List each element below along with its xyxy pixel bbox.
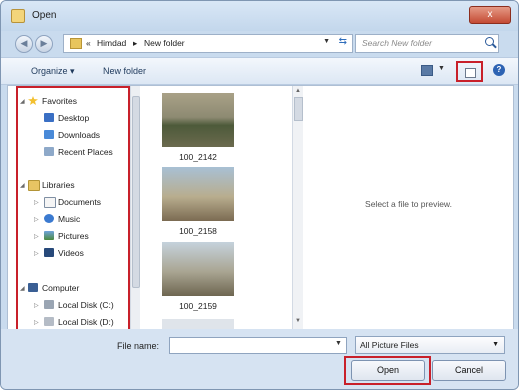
refresh-icon[interactable]: ⇆ [339, 36, 347, 47]
file-thumbnail [162, 93, 234, 147]
views-dropdown-icon[interactable]: ▼ [438, 65, 445, 72]
chevron-down-icon: ▼ [492, 341, 499, 348]
command-bar: Organize ▾ New folder ▼ ? [1, 57, 518, 85]
scroll-down-icon[interactable]: ▼ [295, 318, 301, 324]
file-name: 100_2142 [179, 152, 217, 162]
forward-button[interactable]: ▶ [35, 35, 53, 53]
dialog-icon [11, 9, 25, 23]
address-row: ◀ ▶ « Himdad ▸ New folder ▼ ⇆ Search New… [1, 31, 518, 55]
close-button[interactable]: x [469, 6, 511, 24]
content-area: ◢ Favorites Desktop Downloads Recent Pla… [7, 85, 514, 337]
file-list-scroll-thumb[interactable] [294, 97, 303, 121]
search-icon[interactable] [485, 37, 494, 46]
open-dialog: Open x ◀ ▶ « Himdad ▸ New folder ▼ ⇆ Sea… [0, 0, 519, 390]
dialog-title: Open [32, 10, 57, 21]
scroll-up-icon[interactable]: ▲ [295, 88, 301, 94]
breadcrumb-overflow[interactable]: « [86, 38, 91, 48]
navigation-scrollbar[interactable] [130, 86, 140, 329]
file-name: 100_2158 [179, 226, 217, 236]
help-icon[interactable]: ? [493, 64, 505, 76]
breadcrumb-separator[interactable]: ▸ [133, 38, 137, 49]
file-list-scrollbar[interactable]: ▲ ▼ [292, 86, 303, 329]
search-input[interactable]: Search New folder [355, 34, 499, 53]
preview-message: Select a file to preview. [365, 199, 452, 209]
preview-pane: Select a file to preview. [304, 86, 513, 329]
address-bar[interactable]: « Himdad ▸ New folder ▼ ⇆ [63, 34, 353, 53]
breadcrumb-himdad[interactable]: Himdad [97, 38, 126, 48]
search-placeholder: Search New folder [362, 38, 432, 48]
file-thumbnail [162, 167, 234, 221]
new-folder-button[interactable]: New folder [103, 66, 146, 76]
file-thumbnail-partial [162, 319, 234, 329]
preview-pane-button[interactable] [456, 61, 483, 82]
file-thumbnail [162, 242, 234, 296]
file-type-value: All Picture Files [360, 340, 419, 350]
file-type-select[interactable]: All Picture Files ▼ [355, 336, 505, 354]
file-name: 100_2159 [179, 301, 217, 311]
navigation-pane-highlight [16, 86, 130, 337]
folder-icon [70, 38, 82, 49]
back-button[interactable]: ◀ [15, 35, 33, 53]
navigation-scroll-thumb[interactable] [132, 96, 140, 288]
organize-menu[interactable]: Organize ▾ [31, 66, 75, 77]
filename-input[interactable] [169, 337, 347, 354]
views-icon[interactable] [421, 65, 433, 76]
filename-dropdown-icon[interactable]: ▼ [335, 340, 342, 347]
filename-label: File name: [117, 341, 160, 351]
breadcrumb-new-folder[interactable]: New folder [144, 38, 185, 48]
file-list: 100_2142 100_2158 100_2159 [140, 86, 302, 329]
title-bar: Open x [1, 1, 518, 31]
cancel-button[interactable]: Cancel [432, 360, 506, 381]
address-dropdown-icon[interactable]: ▼ [323, 38, 330, 45]
open-button[interactable]: Open [351, 360, 425, 381]
bottom-bar: File name: ▼ All Picture Files ▼ Open Ca… [1, 329, 518, 389]
preview-pane-icon [465, 68, 476, 78]
